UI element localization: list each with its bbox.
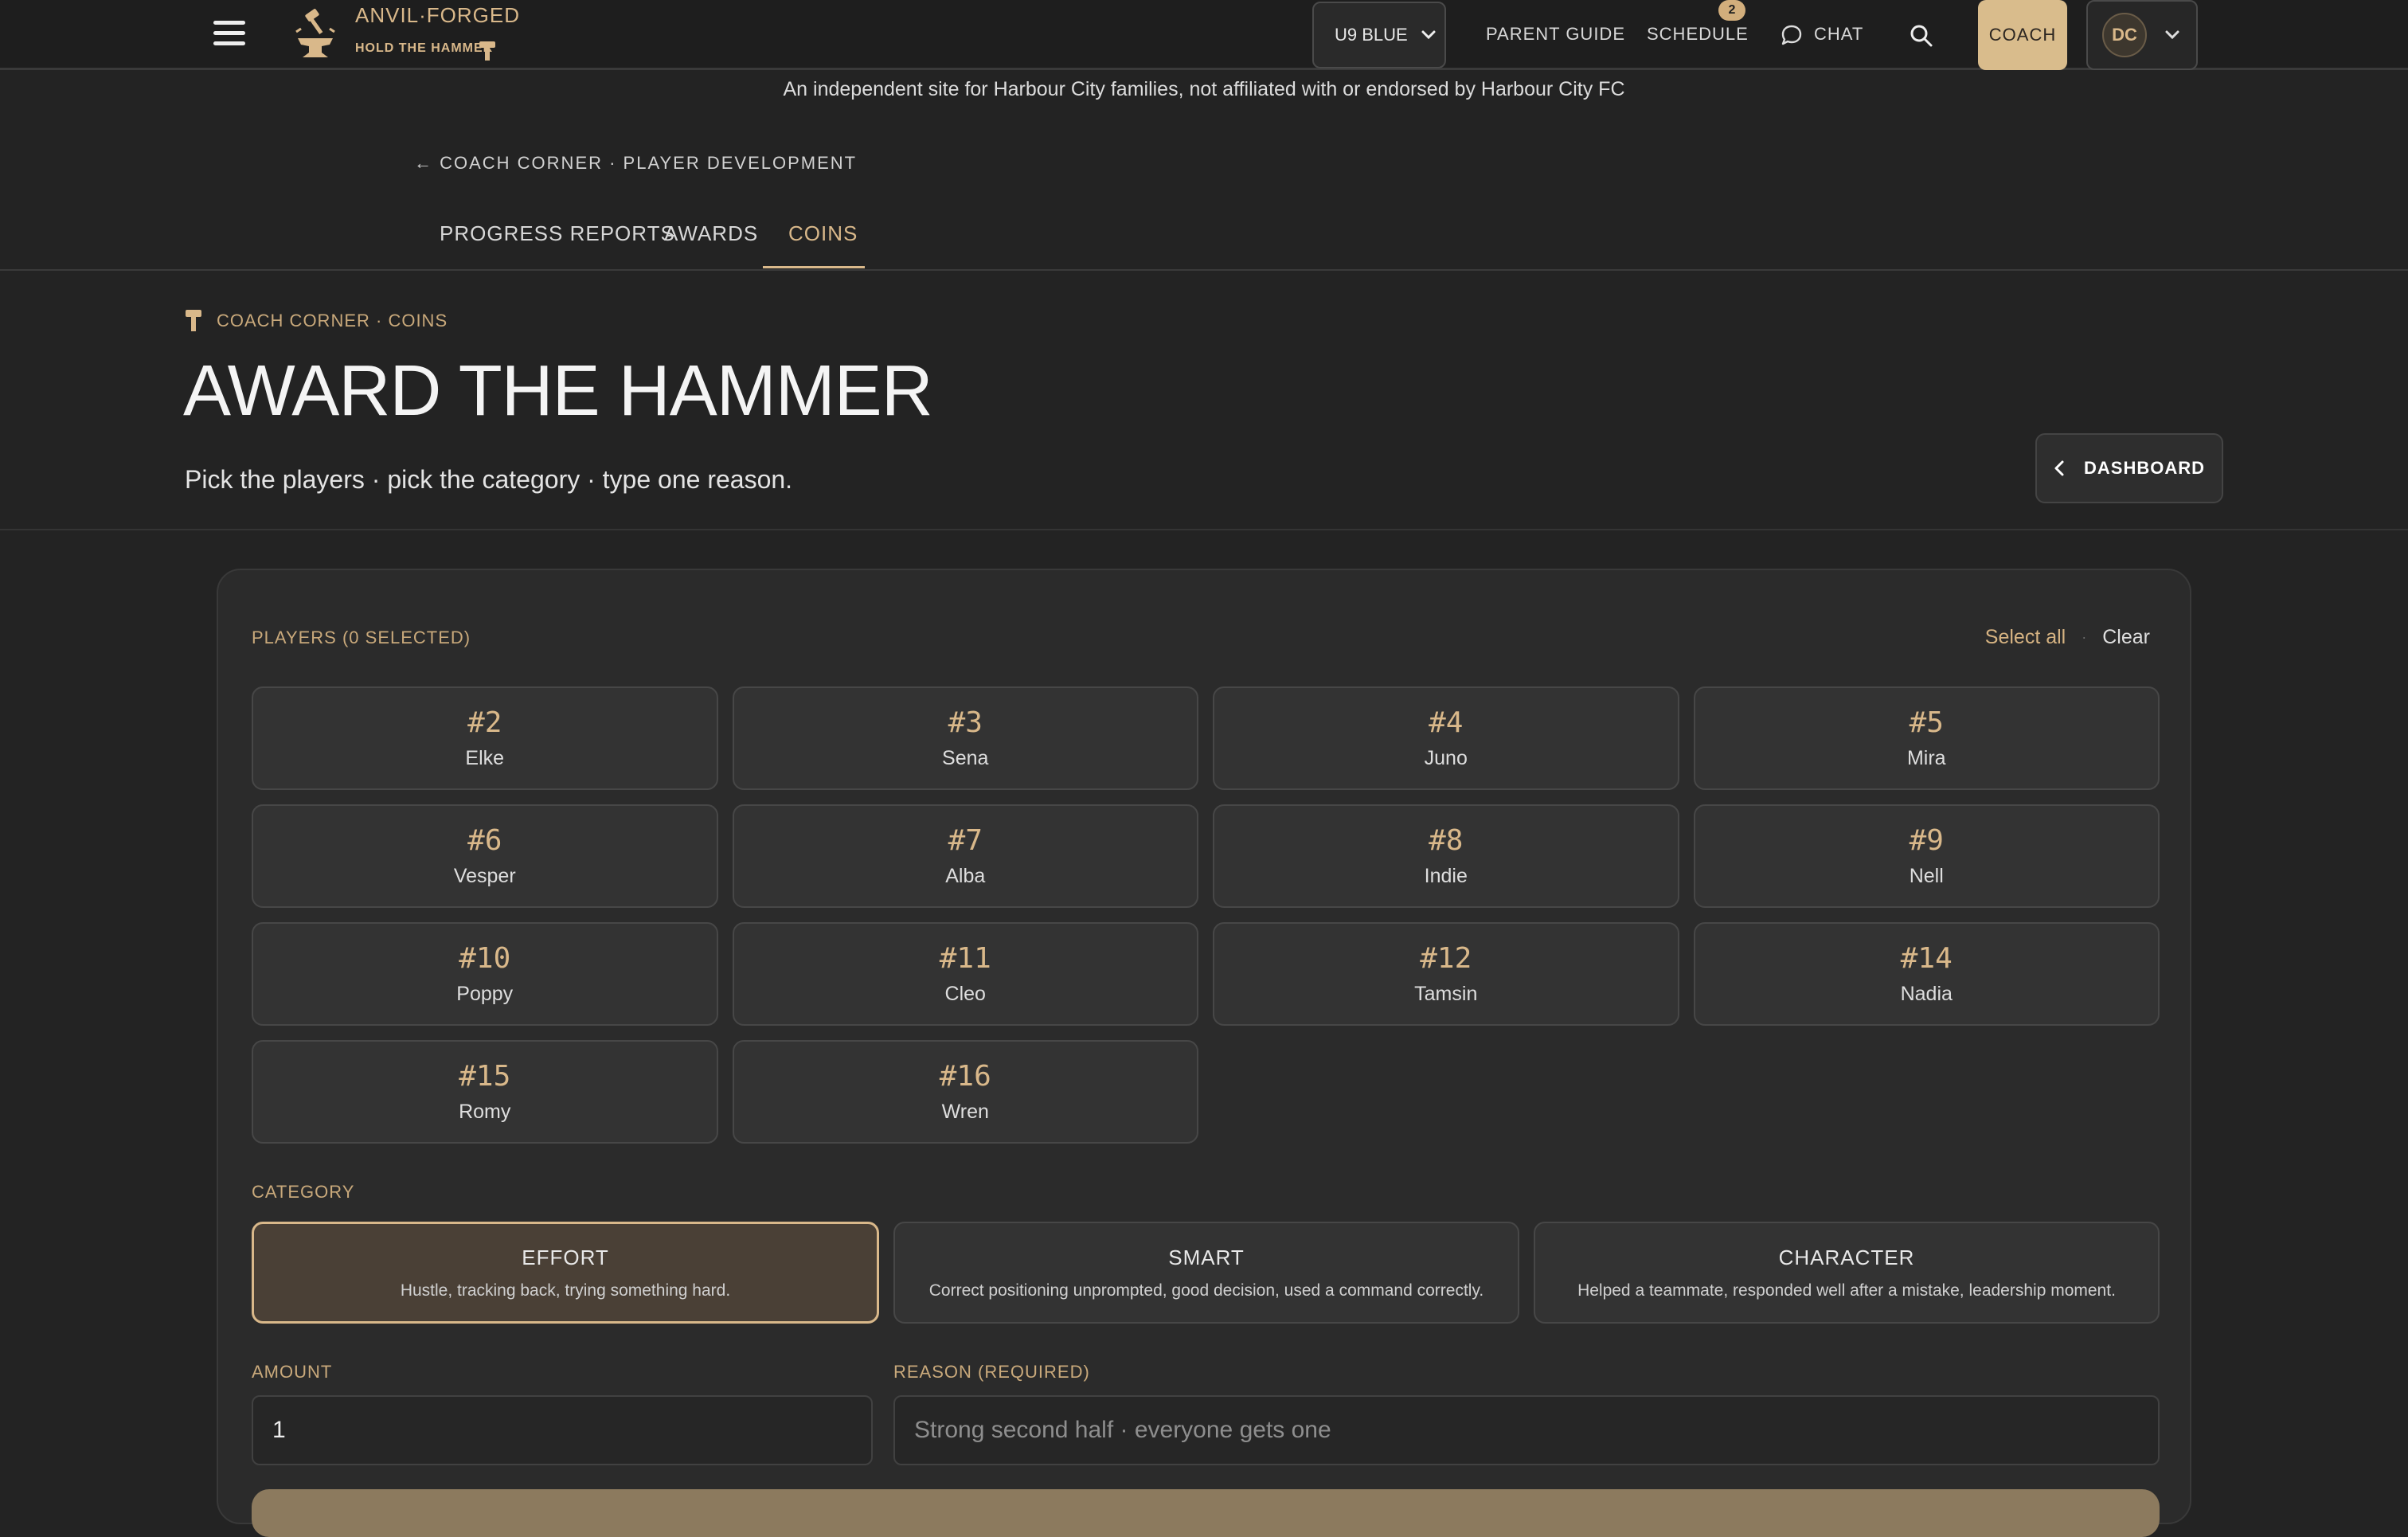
- top-nav: ANVIL·FORGED HOLD THE HAMMER U9 BLUE PAR…: [0, 0, 2408, 70]
- category-title: EFFORT: [522, 1245, 609, 1269]
- player-number: #8: [1429, 824, 1464, 857]
- menu-icon[interactable]: [213, 21, 245, 49]
- player-number: #11: [939, 942, 991, 975]
- player-number: #9: [1909, 824, 1944, 857]
- player-name: Mira: [1906, 747, 1946, 769]
- player-name: Sena: [942, 747, 989, 769]
- page-eyebrow: COACH CORNER · COINS: [217, 311, 448, 330]
- player-selection-actions: Select all · Clear: [1985, 626, 2150, 649]
- player-card[interactable]: #5 Mira: [1693, 686, 2160, 790]
- tab-progress-reports[interactable]: PROGRESS REPORTS: [440, 221, 675, 246]
- breadcrumb[interactable]: ← COACH CORNER · PLAYER DEVELOPMENT: [414, 153, 857, 174]
- chevron-left-icon: [2054, 460, 2064, 476]
- anvil-logo-icon[interactable]: [290, 8, 341, 62]
- player-card[interactable]: #2 Elke: [252, 686, 718, 790]
- divider: [0, 529, 2408, 530]
- brand-tagline: HOLD THE HAMMER: [355, 41, 494, 55]
- player-name: Elke: [465, 747, 505, 769]
- dashboard-button[interactable]: DASHBOARD: [2035, 433, 2223, 503]
- player-card[interactable]: #11 Cleo: [732, 922, 1198, 1026]
- award-submit-button[interactable]: [252, 1489, 2160, 1537]
- player-name: Indie: [1424, 865, 1468, 887]
- player-name: Poppy: [456, 983, 514, 1005]
- category-character[interactable]: CHARACTER Helped a teammate, responded w…: [1534, 1222, 2160, 1324]
- player-number: #2: [467, 706, 502, 739]
- player-number: #15: [459, 1060, 511, 1093]
- player-card[interactable]: #14 Nadia: [1693, 922, 2160, 1026]
- player-number: #10: [459, 942, 511, 975]
- player-card[interactable]: #7 Alba: [732, 804, 1198, 908]
- player-card[interactable]: #8 Indie: [1213, 804, 1679, 908]
- player-name: Romy: [459, 1101, 511, 1123]
- brand-name[interactable]: ANVIL·FORGED: [355, 3, 520, 28]
- chevron-down-icon: [2165, 30, 2179, 40]
- player-name: Tamsin: [1414, 983, 1478, 1005]
- nav-chat[interactable]: CHAT: [1814, 24, 1863, 45]
- players-label: PLAYERS (0 SELECTED): [252, 628, 471, 647]
- divider: [0, 269, 2408, 271]
- chevron-down-icon: [1421, 30, 1436, 40]
- reason-label: REASON (REQUIRED): [893, 1362, 1090, 1382]
- team-select[interactable]: U9 BLUE: [1312, 2, 1446, 68]
- separator: ·: [2082, 629, 2087, 645]
- player-number: #12: [1420, 942, 1472, 975]
- category-options: EFFORT Hustle, tracking back, trying som…: [252, 1222, 2160, 1324]
- player-card[interactable]: #12 Tamsin: [1213, 922, 1679, 1026]
- player-card[interactable]: #10 Poppy: [252, 922, 718, 1026]
- category-title: SMART: [1168, 1245, 1245, 1269]
- category-smart[interactable]: SMART Correct positioning unprompted, go…: [893, 1222, 1519, 1324]
- player-number: #6: [467, 824, 502, 857]
- amount-label: AMOUNT: [252, 1362, 333, 1382]
- chat-icon[interactable]: [1781, 24, 1803, 46]
- player-name: Cleo: [944, 983, 986, 1005]
- player-number: #14: [1900, 942, 1953, 975]
- player-name: Juno: [1424, 747, 1468, 769]
- player-card[interactable]: #9 Nell: [1693, 804, 2160, 908]
- user-menu[interactable]: DC: [2086, 0, 2198, 70]
- player-grid: #2 Elke #3 Sena #4 Juno #5 Mira #6 Vesper #7 A…: [252, 686, 2160, 1144]
- player-name: Wren: [941, 1101, 989, 1123]
- player-number: #4: [1429, 706, 1464, 739]
- nav-parent-guide[interactable]: PARENT GUIDE: [1486, 24, 1625, 45]
- dashboard-button-label: DASHBOARD: [2084, 458, 2205, 478]
- category-description: Correct positioning unprompted, good dec…: [928, 1281, 1484, 1300]
- player-name: Vesper: [453, 865, 516, 887]
- award-form-card: PLAYERS (0 SELECTED) Select all · Clear …: [217, 569, 2191, 1537]
- active-tab-indicator: [763, 266, 865, 268]
- avatar: DC: [2102, 13, 2147, 57]
- category-description: Hustle, tracking back, trying something …: [400, 1281, 731, 1300]
- disclaimer-banner: An independent site for Harbour City fam…: [783, 78, 1625, 100]
- player-name: Nell: [1909, 865, 1944, 887]
- hammer-icon: [479, 41, 495, 61]
- player-name: Alba: [945, 865, 986, 887]
- player-card[interactable]: #16 Wren: [732, 1040, 1198, 1144]
- select-all-link[interactable]: Select all: [1985, 626, 2066, 649]
- page-title: AWARD THE HAMMER: [183, 351, 933, 431]
- schedule-badge: 2: [1718, 0, 1745, 21]
- search-icon[interactable]: [1908, 22, 1935, 49]
- player-number: #7: [948, 824, 983, 857]
- player-card[interactable]: #3 Sena: [732, 686, 1198, 790]
- reason-field[interactable]: [893, 1395, 2160, 1465]
- player-number: #3: [948, 706, 983, 739]
- category-label: CATEGORY: [252, 1182, 355, 1202]
- team-select-value: U9 BLUE: [1335, 25, 1408, 45]
- player-number: #5: [1909, 706, 1944, 739]
- page-subtitle: Pick the players · pick the category · t…: [185, 465, 793, 494]
- nav-schedule[interactable]: SCHEDULE: [1647, 24, 1749, 45]
- player-card[interactable]: #6 Vesper: [252, 804, 718, 908]
- amount-field[interactable]: [252, 1395, 873, 1465]
- category-description: Helped a teammate, responded well after …: [1577, 1281, 2116, 1300]
- category-title: CHARACTER: [1778, 1245, 1915, 1269]
- player-name: Nadia: [1900, 983, 1953, 1005]
- category-effort[interactable]: EFFORT Hustle, tracking back, trying som…: [252, 1222, 879, 1324]
- player-number: #16: [939, 1060, 991, 1093]
- tab-awards[interactable]: AWARDS: [664, 221, 758, 246]
- coach-button[interactable]: COACH: [1978, 0, 2067, 70]
- tab-coins[interactable]: COINS: [788, 221, 858, 246]
- clear-link[interactable]: Clear: [2102, 626, 2150, 649]
- player-card[interactable]: #15 Romy: [252, 1040, 718, 1144]
- hammer-icon: [186, 310, 201, 331]
- player-card[interactable]: #4 Juno: [1213, 686, 1679, 790]
